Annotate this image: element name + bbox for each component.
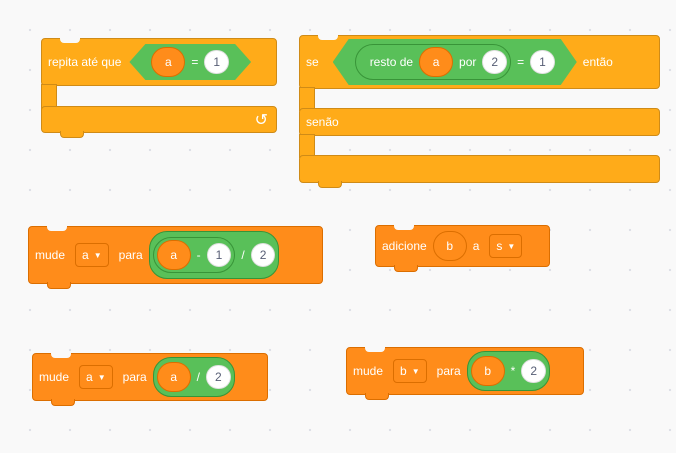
subtract-value-input[interactable]: 1 bbox=[206, 243, 232, 267]
add-label: adicione bbox=[382, 239, 427, 253]
chevron-down-icon: ▼ bbox=[93, 250, 102, 260]
variable-dropdown[interactable]: a ▼ bbox=[75, 243, 109, 267]
divisor-input[interactable]: 2 bbox=[482, 50, 507, 74]
compare-value-input[interactable]: 1 bbox=[204, 50, 229, 74]
to-list-label: a bbox=[472, 239, 480, 253]
equals-operator: = bbox=[191, 55, 199, 69]
set-label: mude bbox=[39, 370, 70, 384]
if-else-footer[interactable] bbox=[299, 155, 660, 188]
set-label: mude bbox=[35, 248, 66, 262]
to-label: para bbox=[122, 370, 147, 384]
variable-name: b bbox=[400, 364, 407, 378]
if-header[interactable]: se resto de a por 2 = 1 então bbox=[299, 35, 660, 89]
variable-name: a bbox=[82, 248, 89, 262]
subtract-operator-block[interactable]: a - 1 bbox=[152, 237, 236, 273]
repeat-until-header[interactable]: repita até que a = 1 bbox=[41, 38, 277, 86]
multiply-value-input[interactable]: 2 bbox=[521, 359, 547, 383]
equals-condition[interactable]: resto de a por 2 = 1 bbox=[333, 39, 577, 85]
to-label: para bbox=[436, 364, 461, 378]
repeat-until-label: repita até que bbox=[48, 55, 122, 69]
if-label: se bbox=[306, 55, 319, 69]
variable-reporter-a[interactable]: a bbox=[156, 240, 191, 270]
chevron-down-icon: ▼ bbox=[97, 372, 106, 382]
else-row[interactable]: senão bbox=[299, 108, 660, 136]
set-variable-block[interactable]: mude a ▼ para a / 2 bbox=[32, 353, 268, 406]
multiply-operator: * bbox=[510, 364, 516, 378]
variable-reporter-a[interactable]: a bbox=[151, 47, 185, 77]
minus-operator: - bbox=[196, 248, 201, 262]
list-name: s bbox=[496, 239, 503, 253]
chevron-down-icon: ▼ bbox=[411, 366, 420, 376]
divide-value-input[interactable]: 2 bbox=[250, 243, 276, 267]
compare-value-input[interactable]: 1 bbox=[530, 50, 555, 74]
to-label: para bbox=[118, 248, 143, 262]
variable-reporter-b[interactable]: b bbox=[470, 356, 505, 386]
by-label: por bbox=[459, 55, 477, 69]
list-dropdown[interactable]: s ▼ bbox=[489, 234, 523, 258]
else-label: senão bbox=[306, 115, 339, 129]
variable-reporter-a[interactable]: a bbox=[156, 362, 191, 392]
divide-value-input[interactable]: 2 bbox=[206, 365, 231, 389]
variable-reporter-a[interactable]: a bbox=[419, 47, 453, 77]
divide-operator: / bbox=[196, 370, 201, 384]
variable-dropdown[interactable]: a ▼ bbox=[79, 365, 113, 389]
variable-reporter-b[interactable]: b bbox=[432, 231, 467, 261]
loop-arrow-icon: ↺ bbox=[254, 111, 268, 129]
mod-operator-block[interactable]: resto de a por 2 bbox=[355, 44, 511, 80]
repeat-until-footer[interactable]: ↺ bbox=[41, 106, 277, 138]
add-to-list-block[interactable]: adicione b a s ▼ bbox=[375, 225, 550, 272]
set-variable-block[interactable]: mude b ▼ para b * 2 bbox=[346, 347, 584, 400]
set-variable-block[interactable]: mude a ▼ para a - 1 / 2 bbox=[28, 226, 323, 289]
equals-condition[interactable]: a = 1 bbox=[129, 44, 251, 80]
then-label: então bbox=[582, 55, 613, 69]
equals-operator: = bbox=[517, 55, 525, 69]
divide-operator-block[interactable]: a - 1 / 2 bbox=[148, 231, 280, 279]
multiply-operator-block[interactable]: b * 2 bbox=[466, 351, 551, 391]
divide-operator: / bbox=[241, 248, 245, 262]
variable-dropdown[interactable]: b ▼ bbox=[393, 359, 427, 383]
chevron-down-icon: ▼ bbox=[507, 241, 516, 251]
script-canvas[interactable]: repita até que a = 1 ↺ se resto de a por… bbox=[0, 0, 676, 453]
mod-label: resto de bbox=[369, 55, 414, 69]
set-label: mude bbox=[353, 364, 384, 378]
divide-operator-block[interactable]: a / 2 bbox=[152, 357, 235, 397]
variable-name: a bbox=[86, 370, 93, 384]
